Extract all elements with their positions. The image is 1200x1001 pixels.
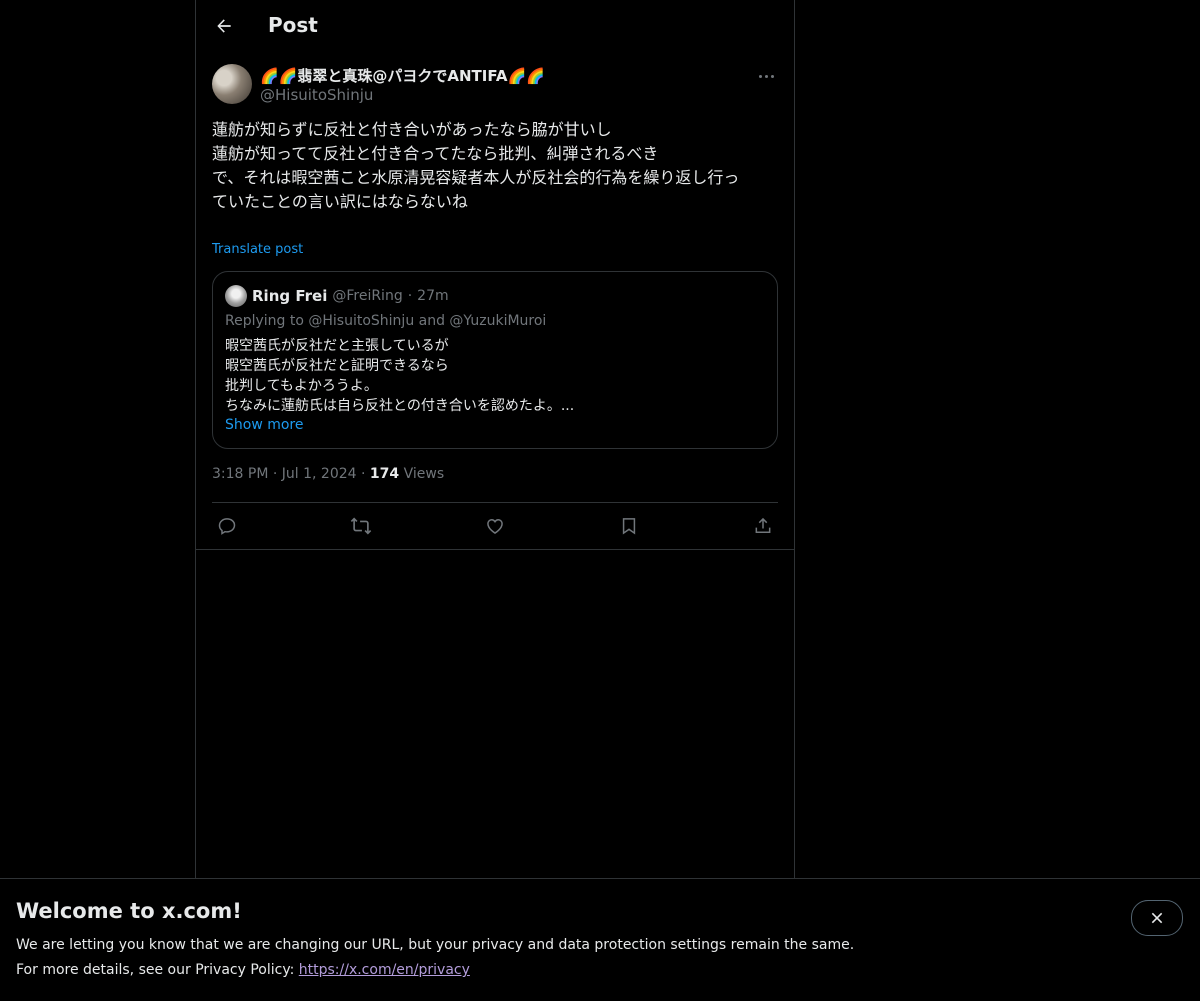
more-dot — [770, 74, 774, 78]
views-label: Views — [403, 466, 445, 482]
separator-dot: · — [272, 466, 282, 482]
more-dot — [764, 74, 768, 78]
post-meta: 3:18 PM · Jul 1, 2024 · 174 Views — [212, 466, 444, 482]
reply-button[interactable] — [212, 511, 242, 541]
translate-post-link[interactable]: Translate post — [212, 242, 303, 257]
share-icon — [755, 517, 771, 533]
like-button[interactable] — [480, 511, 510, 541]
page-title: Post — [268, 13, 318, 37]
quoted-post[interactable]: Ring Frei @FreiRing · 27m Replying to @H… — [212, 271, 778, 449]
quote-header: Ring Frei @FreiRing · 27m — [225, 285, 449, 307]
privacy-policy-link[interactable]: https://x.com/en/privacy — [299, 962, 470, 978]
post-text-line: 蓮舫が知ってて反社と付き合ってたなら批判、糾弾されるべき — [212, 144, 659, 163]
bookmark-button[interactable] — [614, 511, 644, 541]
close-icon — [1151, 912, 1163, 924]
quote-age: 27m — [417, 288, 449, 304]
repost-icon — [350, 517, 372, 535]
author-avatar[interactable] — [212, 64, 252, 104]
banner-title: Welcome to x.com! — [16, 899, 242, 923]
post-author: 🌈🌈翡翠と真珠@パヨクでANTIFA🌈🌈 @HisuitoShinju — [212, 64, 778, 108]
post-date[interactable]: Jul 1, 2024 — [282, 466, 357, 482]
main-column: Post 🌈🌈翡翠と真珠@パヨクでANTIFA🌈🌈 @HisuitoShinju… — [195, 0, 795, 878]
author-display-name[interactable]: 🌈🌈翡翠と真珠@パヨクでANTIFA🌈🌈 — [260, 65, 545, 86]
more-options-button[interactable] — [754, 66, 778, 86]
quote-author-handle: @FreiRing — [332, 288, 403, 304]
back-button[interactable] — [212, 14, 236, 38]
author-handle[interactable]: @HisuitoShinju — [260, 86, 373, 104]
action-bar — [212, 503, 778, 549]
quote-replying-to: Replying to @HisuitoShinju and @YuzukiMu… — [225, 313, 547, 329]
more-dots-icon — [758, 74, 762, 78]
quote-text-line: 批判してもよかろうよ。 — [225, 378, 378, 394]
views-count: 174 — [369, 466, 400, 482]
top-bar: Post — [196, 0, 794, 53]
welcome-banner: Welcome to x.com! We are letting you kno… — [0, 878, 1200, 1001]
quote-avatar — [225, 285, 247, 307]
repost-button[interactable] — [346, 511, 376, 541]
quote-text-line: 暇空茜氏が反社だと証明できるなら — [225, 358, 449, 374]
quote-text-line: ちなみに蓮舫氏は自ら反社との付き合いを認めたよ。... — [225, 398, 575, 414]
share-button[interactable] — [748, 511, 778, 541]
post-text-line: 蓮舫が知らずに反社と付き合いがあったなら脇が甘いし — [212, 120, 612, 139]
quote-text-line: 暇空茜氏が反社だと主張しているが — [225, 338, 449, 354]
divider — [196, 549, 794, 550]
quote-text: 暇空茜氏が反社だと主張しているが 暇空茜氏が反社だと証明できるなら 批判してもよ… — [225, 336, 574, 416]
back-arrow-icon — [217, 19, 231, 33]
reply-icon — [218, 518, 236, 535]
post-text-line: ていたことの言い訳にはならないね — [212, 192, 468, 211]
banner-privacy-prefix: For more details, see our Privacy Policy… — [16, 962, 299, 978]
banner-message: We are letting you know that we are chan… — [16, 937, 855, 953]
separator-dot: · — [361, 466, 370, 482]
bookmark-icon — [622, 518, 636, 535]
quote-author-name: Ring Frei — [252, 287, 328, 305]
banner-close-button[interactable] — [1131, 900, 1183, 936]
post-text-line: で、それは暇空茜こと水原清晃容疑者本人が反社会的行為を繰り返し行っ — [212, 168, 740, 187]
banner-privacy-line: For more details, see our Privacy Policy… — [16, 962, 470, 978]
post-time[interactable]: 3:18 PM — [212, 466, 268, 482]
separator-dot: · — [407, 288, 413, 304]
like-icon — [487, 518, 503, 534]
post-text: 蓮舫が知らずに反社と付き合いがあったなら脇が甘いし 蓮舫が知ってて反社と付き合っ… — [212, 118, 778, 214]
show-more-link[interactable]: Show more — [225, 417, 304, 433]
